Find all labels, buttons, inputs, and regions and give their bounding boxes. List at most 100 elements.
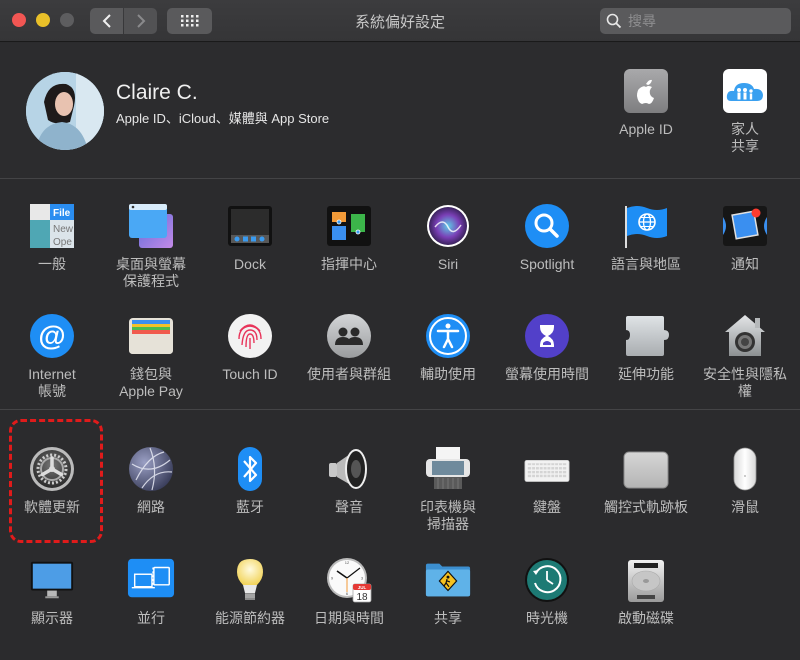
screen-time-icon	[523, 312, 571, 360]
pane-label: 家人 共享	[731, 121, 759, 154]
bluetooth-icon	[226, 445, 274, 493]
pane-desktop-screensaver[interactable]: 桌面與螢幕 保護程式	[103, 202, 199, 290]
pane-label: 輔助使用	[420, 366, 476, 382]
pane-label: 藍牙	[236, 499, 264, 515]
pane-label: 鍵盤	[533, 499, 561, 515]
pane-label: 顯示器	[31, 610, 73, 626]
pane-dock[interactable]: Dock	[202, 202, 298, 273]
pane-spotlight[interactable]: Spotlight	[499, 202, 595, 273]
pane-label: Spotlight	[519, 256, 575, 272]
pane-family-sharing[interactable]: 家人 共享	[697, 67, 793, 155]
grid-icon	[180, 15, 198, 27]
pane-security-privacy[interactable]: 安全性與隱私權	[697, 312, 793, 400]
keyboard-icon	[523, 445, 571, 493]
pane-language-region[interactable]: 語言與地區	[598, 202, 694, 273]
svg-text:12: 12	[345, 560, 350, 565]
pane-sound[interactable]: 聲音	[301, 445, 397, 516]
pane-keyboard[interactable]: 鍵盤	[499, 445, 595, 516]
svg-text:New: New	[53, 224, 74, 235]
avatar-photo	[26, 72, 104, 150]
pane-users-groups[interactable]: 使用者與群組	[301, 312, 397, 383]
user-subtitle: Apple ID、iCloud、媒體與 App Store	[116, 111, 330, 126]
display-icon	[28, 556, 76, 604]
pane-label: 網路	[137, 499, 165, 515]
pane-touch-id[interactable]: Touch ID	[202, 312, 298, 383]
avatar[interactable]	[26, 72, 104, 150]
users-groups-icon	[325, 312, 373, 360]
pane-bluetooth[interactable]: 藍牙	[202, 445, 298, 516]
sidecar-icon	[127, 556, 175, 604]
sound-icon	[325, 445, 373, 493]
wallet-icon	[127, 312, 175, 360]
pane-network[interactable]: 網路	[103, 445, 199, 516]
search-field[interactable]	[600, 8, 791, 34]
pane-label: 啟動磁碟	[618, 610, 674, 626]
pane-label: 時光機	[526, 610, 568, 626]
trackpad-icon	[622, 445, 670, 493]
accessibility-icon	[424, 312, 472, 360]
pane-label: 一般	[38, 256, 66, 272]
pane-screen-time[interactable]: 螢幕使用時間	[499, 312, 595, 383]
pane-label: 共享	[434, 610, 462, 626]
chevron-right-icon	[136, 14, 145, 28]
family-sharing-icon	[721, 67, 769, 115]
apple-logo-icon	[622, 67, 670, 115]
zoom-button[interactable]	[60, 13, 74, 27]
pane-label: 印表機與 掃描器	[420, 499, 476, 532]
time-machine-icon	[523, 556, 571, 604]
back-button[interactable]	[90, 8, 123, 34]
pane-extensions[interactable]: 延伸功能	[598, 312, 694, 383]
pane-accessibility[interactable]: 輔助使用	[400, 312, 496, 383]
extensions-icon	[622, 312, 670, 360]
pane-displays[interactable]: 顯示器	[4, 556, 100, 627]
pane-date-time[interactable]: 12 3 6 9 JUL 18 日期與時間	[301, 556, 397, 627]
pane-general[interactable]: File New Ope 一般	[4, 202, 100, 273]
pane-wallet-apple-pay[interactable]: 錢包與 Apple Pay	[103, 312, 199, 400]
pane-trackpad[interactable]: 觸控式軌跡板	[598, 445, 694, 516]
preferences-section-personal: File New Ope 一般 桌面與螢幕 保護程式 Dock 指揮中心 Siri …	[0, 180, 800, 410]
pane-label: Apple ID	[619, 121, 673, 137]
pane-mouse[interactable]: 滑鼠	[697, 445, 793, 516]
pane-startup-disk[interactable]: 啟動磁碟	[598, 556, 694, 627]
chevron-left-icon	[102, 14, 111, 28]
minimize-button[interactable]	[36, 13, 50, 27]
pane-label: 螢幕使用時間	[505, 366, 589, 382]
pane-label: 觸控式軌跡板	[604, 499, 688, 515]
pane-siri[interactable]: Siri	[400, 202, 496, 273]
pane-apple-id[interactable]: Apple ID	[598, 67, 694, 138]
pane-printers-scanners[interactable]: 印表機與 掃描器	[400, 445, 496, 533]
fingerprint-icon	[226, 312, 274, 360]
pane-notifications[interactable]: 通知	[697, 202, 793, 273]
preferences-section-hardware: 軟體更新 網路 藍牙 聲音 印表機與 掃描器 鍵盤 觸控式軌跡板 滑鼠 顯示器 …	[0, 411, 800, 660]
dock-icon	[226, 202, 274, 250]
user-name: Claire C.	[116, 81, 198, 104]
calendar-day: 18	[356, 592, 368, 603]
pane-label: 桌面與螢幕 保護程式	[116, 256, 186, 289]
pane-label: 滑鼠	[731, 499, 759, 515]
close-button[interactable]	[12, 13, 26, 27]
mouse-icon	[721, 445, 769, 493]
pane-energy-saver[interactable]: 能源節約器	[202, 556, 298, 627]
svg-text:Ope: Ope	[53, 237, 72, 248]
pane-label: 並行	[137, 610, 165, 626]
pane-sidecar[interactable]: 並行	[103, 556, 199, 627]
pane-label: 使用者與群組	[307, 366, 391, 382]
pane-label: Internet 帳號	[28, 366, 76, 399]
pane-label: 日期與時間	[314, 610, 384, 626]
title-bar: 系統偏好設定	[0, 0, 800, 42]
pane-time-machine[interactable]: 時光機	[499, 556, 595, 627]
pane-label: 能源節約器	[215, 610, 285, 626]
show-all-button[interactable]	[167, 8, 212, 34]
search-input[interactable]	[628, 13, 778, 29]
mission-control-icon	[325, 202, 373, 250]
pane-mission-control[interactable]: 指揮中心	[301, 202, 397, 273]
highlight-annotation-software-update	[9, 419, 103, 543]
pane-label: 聲音	[335, 499, 363, 515]
pane-label: 安全性與隱私權	[703, 366, 787, 399]
pane-internet-accounts[interactable]: @ Internet 帳號	[4, 312, 100, 400]
startup-disk-icon	[622, 556, 670, 604]
sharing-icon	[424, 556, 472, 604]
date-time-icon: 12 3 6 9 JUL 18	[325, 556, 373, 604]
pane-sharing[interactable]: 共享	[400, 556, 496, 627]
forward-button[interactable]	[124, 8, 157, 34]
